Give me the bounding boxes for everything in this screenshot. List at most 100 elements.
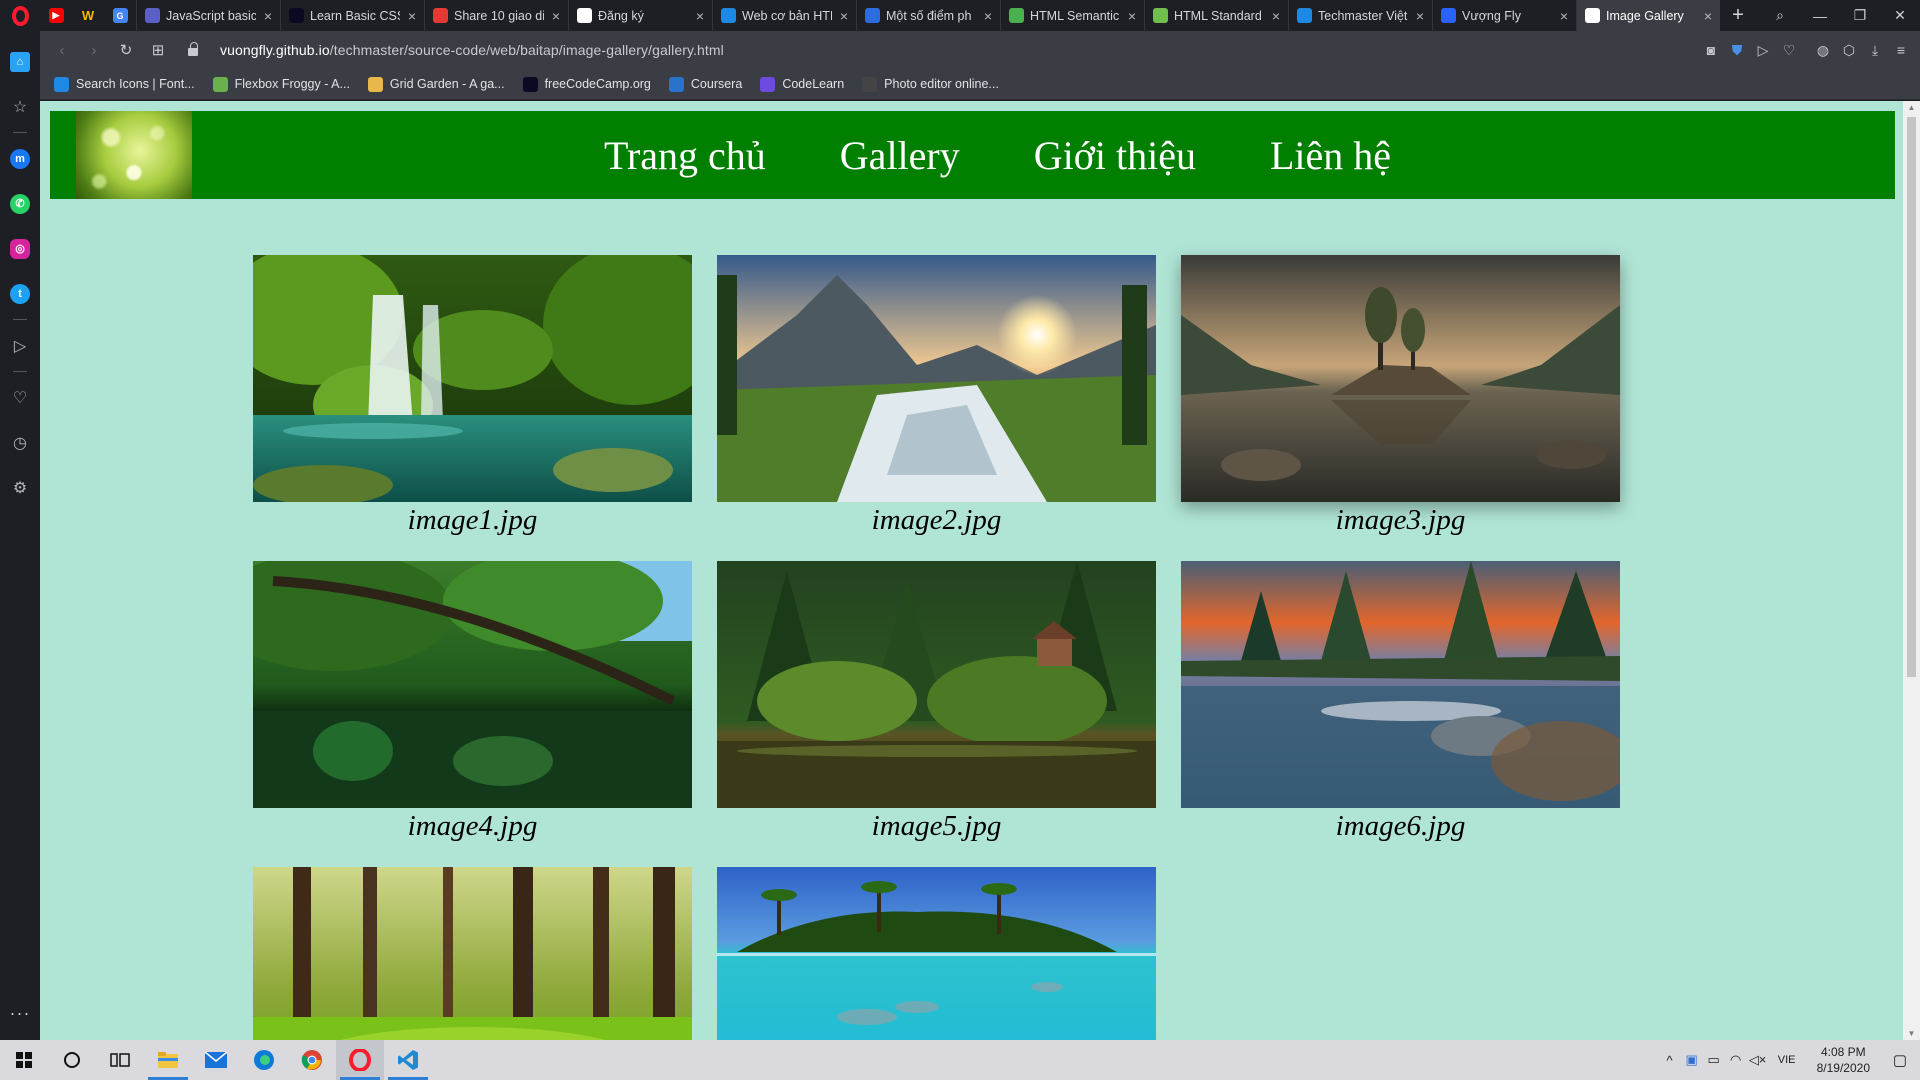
pinned-tab-youtube[interactable]: ▶ [40,0,72,31]
search-button[interactable] [48,1040,96,1080]
chat-icon[interactable]: ◍ [1810,42,1836,59]
gallery-image[interactable] [717,561,1156,808]
browser-tab[interactable]: Một số điểm ph × [856,0,1000,31]
scroll-up-icon[interactable]: ▲ [1907,103,1916,112]
pinned-tab-w[interactable]: W [72,0,104,31]
pinned-tab-translate[interactable]: G [104,0,136,31]
gallery-item[interactable]: image1.jpg [253,255,692,538]
scroll-down-icon[interactable]: ▼ [1907,1029,1916,1038]
tab-close-icon[interactable]: × [262,8,274,24]
sidebar-settings[interactable]: ⚙ [0,465,40,510]
bookmark-item[interactable]: Search Icons | Font... [54,76,195,92]
extensions-icon[interactable]: ⬡ [1836,42,1862,59]
snapshot-icon[interactable]: ◙ [1698,42,1724,58]
start-button[interactable] [0,1040,48,1080]
browser-tab[interactable]: Share 10 giao di × [424,0,568,31]
sidebar-personal-news[interactable]: ♡ [0,375,40,420]
browser-tab[interactable]: Đăng ký × [568,0,712,31]
tab-close-icon[interactable]: × [982,8,994,24]
taskbar-mail[interactable] [192,1040,240,1080]
taskbar-opera[interactable] [336,1040,384,1080]
battery-icon[interactable]: ▭ [1703,1052,1725,1068]
restore-icon[interactable]: ❐ [1840,7,1880,24]
tab-close-icon[interactable]: × [406,8,418,24]
tab-close-icon[interactable]: × [550,8,562,24]
bookmark-item[interactable]: CodeLearn [760,76,844,92]
sidebar-instagram[interactable]: ◎ [0,226,40,271]
wifi-icon[interactable]: ◠ [1725,1052,1747,1068]
bookmark-item[interactable]: freeCodeCamp.org [522,76,651,92]
adblock-shield-icon[interactable]: ⛊ [1724,42,1750,59]
tab-close-icon[interactable]: × [1558,8,1570,24]
nav-link-home[interactable]: Trang chủ [604,132,766,179]
sidebar-more-icon[interactable]: ··· [10,1003,31,1024]
bookmark-item[interactable]: Photo editor online... [862,76,999,92]
vertical-scrollbar[interactable]: ▲ ▼ [1903,101,1920,1040]
tab-close-icon[interactable]: × [694,8,706,24]
scrollbar-thumb[interactable] [1907,117,1916,677]
gallery-item[interactable]: image3.jpg [1181,255,1620,538]
opera-menu-button[interactable] [0,0,40,31]
gallery-item[interactable]: image4.jpg [253,561,692,844]
gallery-item[interactable]: image2.jpg [717,255,1156,538]
bookmark-item[interactable]: Grid Garden - A ga... [367,76,505,92]
back-icon[interactable]: ‹ [46,42,78,59]
sidebar-history[interactable]: ◷ [0,420,40,465]
bookmark-item[interactable]: Coursera [668,76,742,92]
sidebar-flow[interactable]: ▷ [0,323,40,368]
gallery-image[interactable] [717,867,1156,1040]
gallery-image[interactable] [253,867,692,1040]
sidebar-home[interactable]: ⌂ [0,39,40,84]
tab-close-icon[interactable]: × [1126,8,1138,24]
nav-link-about[interactable]: Giới thiệu [1034,132,1196,179]
clock[interactable]: 4:08 PM 8/19/2020 [1817,1044,1870,1076]
close-window-icon[interactable]: ✕ [1880,7,1920,24]
sidebar-messenger[interactable]: m [0,136,40,181]
tab-close-icon[interactable]: × [1702,8,1714,24]
gallery-image[interactable] [253,255,692,502]
gallery-item[interactable]: image5.jpg [717,561,1156,844]
browser-tab[interactable]: Vượng Fly × [1432,0,1576,31]
tab-close-icon[interactable]: × [1270,8,1282,24]
gallery-item[interactable] [717,867,1156,1040]
input-language[interactable]: VIE [1769,1054,1805,1066]
taskbar-file-explorer[interactable] [144,1040,192,1080]
share-icon[interactable]: ▷ [1750,42,1776,59]
browser-tab[interactable]: HTML Semantic × [1000,0,1144,31]
url-field[interactable]: vuongfly.github.io/techmaster/source-cod… [188,42,1698,58]
minimize-icon[interactable]: — [1800,8,1840,24]
browser-tab[interactable]: Web cơ bản HTI × [712,0,856,31]
taskbar-chrome[interactable] [288,1040,336,1080]
notification-center-icon[interactable]: ▢ [1880,1051,1920,1069]
tabs-grid-icon[interactable]: ⊞ [142,41,174,59]
forward-icon[interactable]: › [78,42,110,59]
easy-setup-icon[interactable]: ≡ [1888,42,1914,58]
tab-close-icon[interactable]: × [838,8,850,24]
new-tab-button[interactable]: + [1720,4,1756,27]
volume-muted-icon[interactable]: ◁× [1747,1052,1769,1068]
browser-tab[interactable]: Learn Basic CSS × [280,0,424,31]
gallery-image[interactable] [253,561,692,808]
gallery-item[interactable]: image6.jpg [1181,561,1620,844]
sidebar-bookmarks[interactable]: ☆ [0,84,40,129]
sidebar-twitter[interactable]: t [0,271,40,316]
taskbar-vscode[interactable] [384,1040,432,1080]
nav-link-contact[interactable]: Liên hệ [1270,132,1391,179]
show-hidden-icons-icon[interactable]: ^ [1659,1053,1681,1068]
search-tabs-icon[interactable]: ⌕ [1760,7,1800,24]
gallery-image[interactable] [717,255,1156,502]
browser-tab[interactable]: Image Gallery × [1576,0,1720,31]
downloads-icon[interactable]: ⤓ [1862,42,1888,59]
unikey-icon[interactable]: ▣ [1681,1052,1703,1068]
reload-icon[interactable]: ↻ [110,41,142,59]
bookmark-item[interactable]: Flexbox Froggy - A... [212,76,350,92]
gallery-item[interactable] [253,867,692,1040]
taskbar-edge[interactable] [240,1040,288,1080]
browser-tab[interactable]: JavaScript basic × [136,0,280,31]
gallery-image[interactable] [1181,255,1620,502]
browser-tab[interactable]: Techmaster Việt × [1288,0,1432,31]
sidebar-whatsapp[interactable]: ✆ [0,181,40,226]
browser-tab[interactable]: HTML Standard × [1144,0,1288,31]
gallery-image[interactable] [1181,561,1620,808]
add-to-favorites-icon[interactable]: ♡ [1776,42,1802,59]
